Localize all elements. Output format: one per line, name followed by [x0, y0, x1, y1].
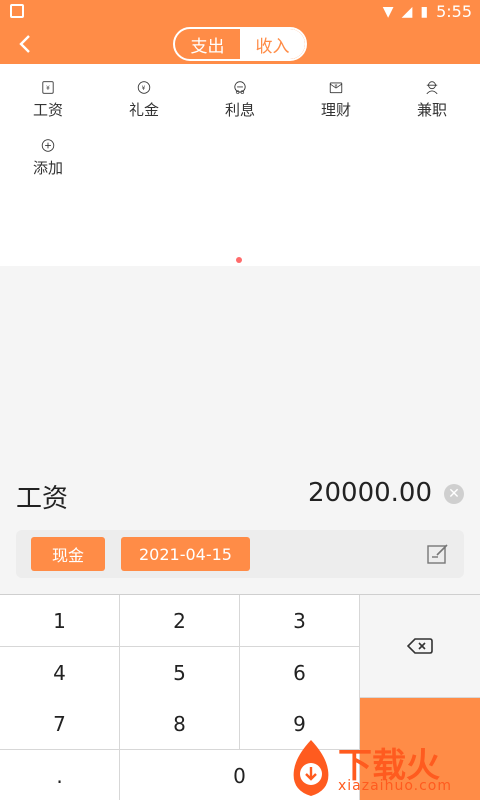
category-gift-money[interactable]: ¥ 礼金: [96, 64, 192, 120]
status-bar: ▼ ◢ ▮ 5:55: [0, 0, 480, 24]
category-label: 礼金: [128, 101, 159, 119]
category-label: 利息: [224, 101, 255, 119]
backspace-button[interactable]: [360, 595, 480, 698]
key-8[interactable]: 8: [120, 698, 240, 750]
key-7[interactable]: 7: [0, 698, 120, 750]
notification-icon: [10, 4, 24, 18]
category-label: 兼职: [416, 101, 447, 119]
date-button[interactable]: 2021-04-15: [121, 537, 250, 571]
category-add[interactable]: 添加: [0, 122, 96, 178]
close-icon: ✕: [448, 486, 460, 502]
key-dot[interactable]: .: [0, 750, 120, 800]
category-interest[interactable]: 利息: [192, 64, 288, 120]
selected-category: 工资: [16, 484, 69, 514]
salary-icon: ¥: [42, 81, 54, 94]
finance-icon: ¥: [329, 82, 343, 94]
add-icon: [41, 139, 55, 152]
flame-icon: [293, 740, 329, 796]
key-4[interactable]: 4: [0, 647, 120, 699]
part-time-icon: [426, 81, 438, 95]
key-6[interactable]: 6: [240, 647, 360, 699]
svg-text:¥: ¥: [46, 86, 50, 92]
key-3[interactable]: 3: [240, 595, 360, 647]
type-toggle: 支出 收入: [173, 27, 307, 61]
category-finance[interactable]: ¥ 理财: [288, 64, 384, 120]
wifi-icon: ▼: [382, 3, 394, 20]
gift-money-icon: ¥: [137, 81, 151, 94]
tab-income[interactable]: 收入: [240, 29, 305, 59]
clear-amount-button[interactable]: ✕: [444, 484, 464, 504]
account-button[interactable]: 现金: [31, 537, 105, 571]
amount-display: 20000.00: [307, 478, 432, 508]
category-label: 工资: [32, 101, 63, 119]
meta-row: 现金 2021-04-15: [16, 530, 464, 578]
key-2[interactable]: 2: [120, 595, 240, 647]
watermark-site: xiazaihuo.com: [338, 778, 452, 794]
svg-text:¥: ¥: [335, 84, 338, 90]
category-label: 理财: [320, 101, 351, 119]
interest-icon: [234, 81, 246, 94]
back-button[interactable]: [12, 30, 40, 58]
battery-icon: ▮: [420, 3, 429, 20]
status-icons: ▼ ◢ ▮ 5:55: [383, 2, 472, 21]
app-bar: 支出 收入: [0, 24, 480, 64]
category-part-time[interactable]: 兼职: [384, 64, 480, 120]
chevron-left-icon: [19, 35, 30, 53]
category-salary[interactable]: ¥ 工资: [0, 64, 96, 120]
page-indicator-dot: [236, 257, 242, 263]
category-label: 添加: [32, 159, 63, 177]
status-time: 5:55: [436, 2, 472, 21]
edit-note-icon[interactable]: [426, 542, 450, 566]
tab-expense[interactable]: 支出: [175, 29, 240, 59]
signal-icon: ◢: [401, 3, 413, 20]
watermark-logo: 下载火 xiazaihuo.com: [286, 738, 476, 798]
key-1[interactable]: 1: [0, 595, 120, 647]
amount-row: 工资 20000.00 ✕: [0, 470, 480, 520]
category-panel: ¥ 工资 ¥ 礼金 利息 ¥ 理财 兼职 添加: [0, 64, 480, 266]
svg-text:¥: ¥: [142, 86, 146, 92]
backspace-icon: [407, 638, 433, 654]
key-5[interactable]: 5: [120, 647, 240, 699]
